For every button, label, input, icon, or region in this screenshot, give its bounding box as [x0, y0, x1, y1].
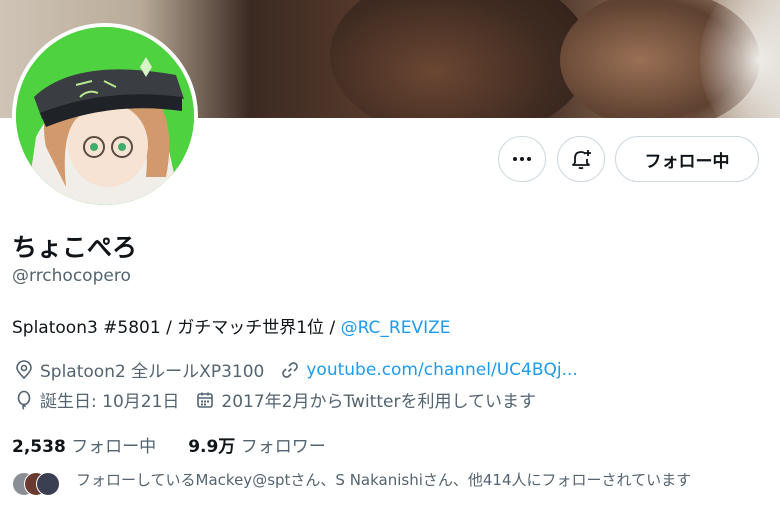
- followers-count: 9.9万: [188, 437, 236, 457]
- avatar-frame[interactable]: [12, 23, 198, 209]
- followed-by-text: フォローしているMackey@sptさん、S Nakanishiさん、他414人…: [76, 471, 692, 489]
- followers-label: フォロワー: [240, 437, 326, 457]
- banner-background: [700, 0, 780, 118]
- location-pin-icon: [16, 359, 32, 379]
- profile-bio: Splatoon3 #5801 / ガチマッチ世界1位 / @RC_REVIZE: [12, 313, 451, 338]
- birthday-item: 誕生日: 10月21日: [14, 387, 179, 412]
- user-handle: @rrchocopero: [12, 266, 131, 286]
- profile-meta-row: Splatoon2 全ルールXP3100 youtube.com/channel…: [14, 357, 594, 382]
- display-name: ちょこぺろ: [12, 233, 138, 262]
- following-count: 2,538: [12, 437, 66, 457]
- calendar-icon: [197, 392, 214, 408]
- more-icon: [513, 157, 531, 161]
- location-text: Splatoon2 全ルールXP3100: [40, 362, 265, 382]
- more-options-button[interactable]: [498, 136, 546, 182]
- mini-avatar: [36, 472, 60, 496]
- bio-mention-link[interactable]: @RC_REVIZE: [341, 318, 451, 338]
- following-button[interactable]: フォロー中: [615, 136, 759, 182]
- bio-text: Splatoon3 #5801 / ガチマッチ世界1位 /: [12, 318, 341, 338]
- bell-plus-icon: [572, 150, 591, 170]
- followed-by-section[interactable]: フォローしているMackey@sptさん、S Nakanishiさん、他414人…: [12, 470, 772, 500]
- followers-stat[interactable]: 9.9万 フォロワー: [188, 432, 326, 457]
- profile-meta-row: 誕生日: 10月21日 2017年2月からTwitterを利用しています: [14, 387, 552, 412]
- notifications-button[interactable]: [557, 136, 605, 182]
- website-item[interactable]: youtube.com/channel/UC4BQj...: [280, 360, 578, 380]
- followers-you-know-avatars: [12, 472, 68, 500]
- avatar-illustration: [16, 27, 194, 205]
- joined-item: 2017年2月からTwitterを利用しています: [195, 387, 536, 412]
- avatar[interactable]: [16, 27, 194, 205]
- link-icon: [282, 361, 299, 378]
- banner-dog-fur: [330, 0, 590, 118]
- birthday-text: 誕生日: 10月21日: [40, 392, 180, 412]
- location-item: Splatoon2 全ルールXP3100: [14, 357, 264, 382]
- joined-text: 2017年2月からTwitterを利用しています: [221, 392, 536, 412]
- follow-stats: 2,538 フォロー中 9.9万 フォロワー: [12, 432, 358, 457]
- following-label: フォロー中: [71, 437, 157, 457]
- website-link[interactable]: youtube.com/channel/UC4BQj...: [306, 360, 577, 380]
- balloon-icon: [17, 390, 31, 410]
- following-stat[interactable]: 2,538 フォロー中: [12, 432, 156, 457]
